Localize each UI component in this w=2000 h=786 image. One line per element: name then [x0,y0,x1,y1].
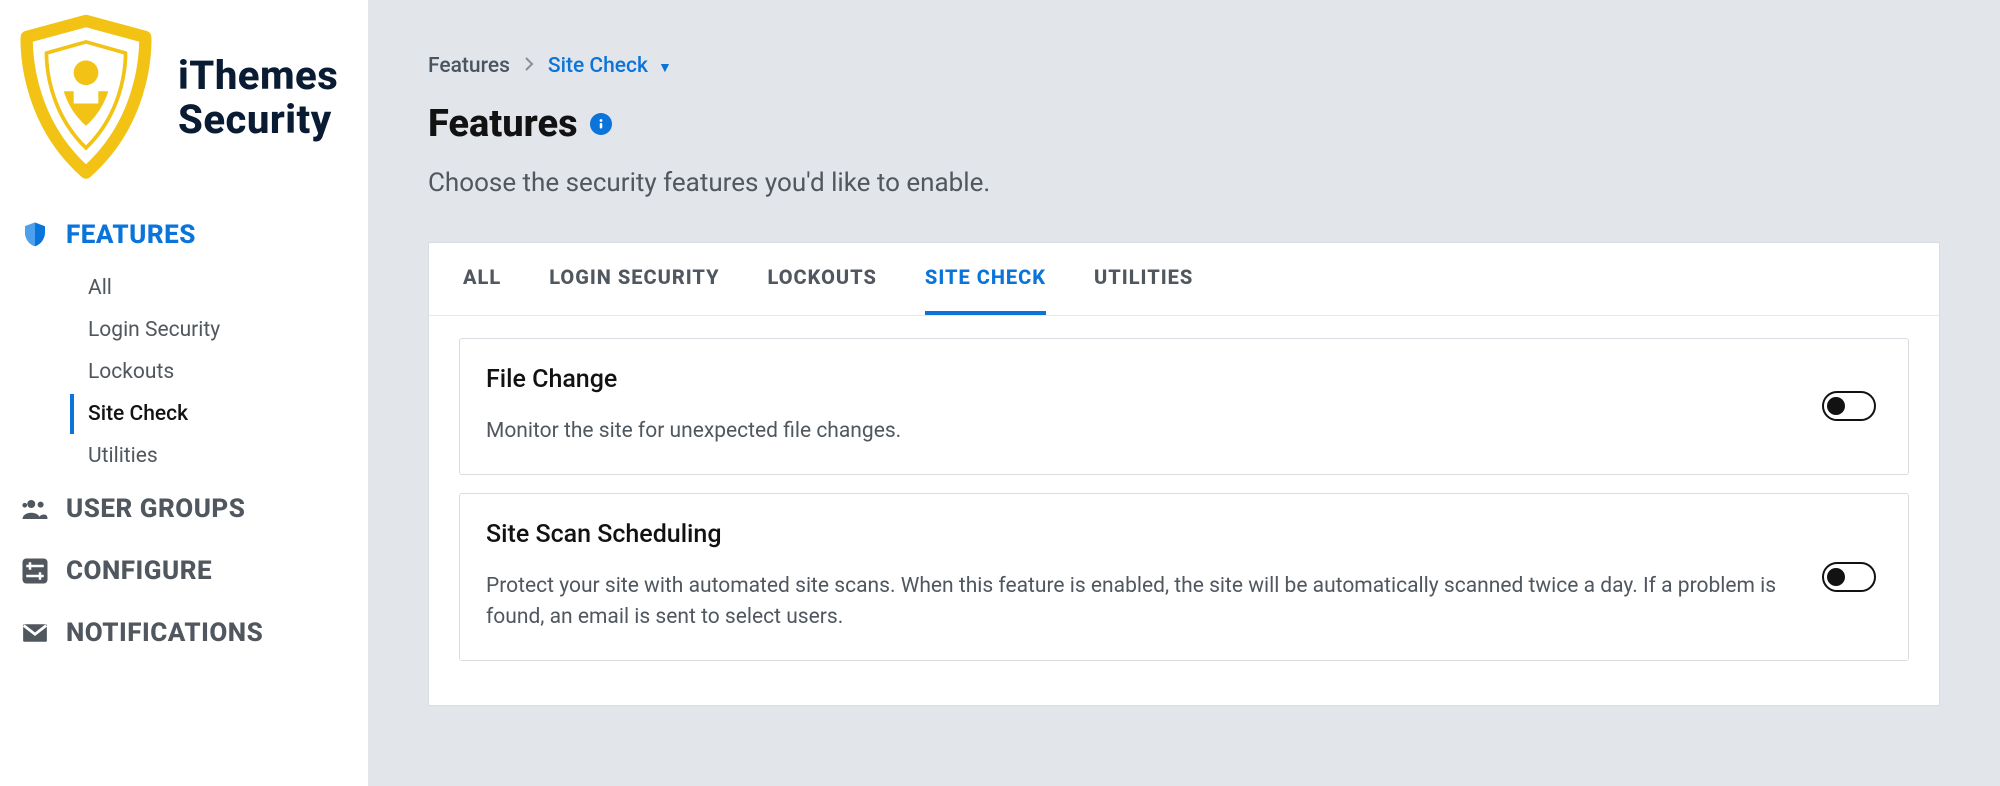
feature-title: File Change [486,365,1798,394]
sidebar-item-configure[interactable]: CONFIGURE [12,540,368,602]
breadcrumb-leaf-label: Site Check [548,54,648,78]
brand-name-line1: iThemes [178,54,338,98]
tab-all[interactable]: ALL [463,243,501,315]
sidebar-item-features[interactable]: FEATURES [12,204,368,266]
features-tab-panel: ALL LOGIN SECURITY LOCKOUTS SITE CHECK U… [428,242,1940,706]
breadcrumb: Features Site Check ▼ [428,0,1940,78]
feature-card-file-change: File Change Monitor the site for unexpec… [459,338,1909,475]
sidebar: iThemes Security FEATURES All Login Secu… [0,0,368,786]
tab-strip: ALL LOGIN SECURITY LOCKOUTS SITE CHECK U… [429,243,1939,316]
brand-logo-icon [12,14,160,182]
sidebar-item-label: NOTIFICATIONS [66,618,263,648]
chevron-right-icon [524,56,534,77]
sidebar-item-notifications[interactable]: NOTIFICATIONS [12,602,368,664]
sidebar-item-label: FEATURES [66,220,196,250]
brand-text: iThemes Security [178,54,338,142]
tab-site-check[interactable]: SITE CHECK [925,243,1046,315]
sidebar-sub-site-check[interactable]: Site Check [70,394,368,434]
page-title: Features [428,102,578,146]
toggle-knob [1827,397,1845,415]
sidebar-item-label: USER GROUPS [66,494,245,524]
info-icon[interactable] [590,113,612,135]
tab-lockouts[interactable]: LOCKOUTS [768,243,877,315]
triangle-down-icon: ▼ [658,59,672,76]
feature-description: Protect your site with automated site sc… [486,571,1798,634]
breadcrumb-root[interactable]: Features [428,54,510,78]
breadcrumb-leaf-dropdown[interactable]: Site Check ▼ [548,54,672,78]
tab-utilities[interactable]: UTILITIES [1094,243,1193,315]
sidebar-sub-nav-features: All Login Security Lockouts Site Check U… [12,268,368,476]
tab-login-security[interactable]: LOGIN SECURITY [549,243,719,315]
feature-title: Site Scan Scheduling [486,520,1798,549]
page-title-row: Features [428,78,1940,146]
feature-card-site-scan-scheduling: Site Scan Scheduling Protect your site w… [459,493,1909,661]
page-description: Choose the security features you'd like … [428,146,1940,198]
toggle-knob [1827,568,1845,586]
sidebar-sub-utilities[interactable]: Utilities [70,436,368,476]
feature-description: Monitor the site for unexpected file cha… [486,416,1798,448]
sidebar-item-label: CONFIGURE [66,556,212,586]
toggle-file-change[interactable] [1822,391,1876,421]
sidebar-sub-lockouts[interactable]: Lockouts [70,352,368,392]
brand-block: iThemes Security [12,8,368,204]
people-icon [18,492,52,526]
toggle-site-scan-scheduling[interactable] [1822,562,1876,592]
main-content: Features Site Check ▼ Features Choose th… [368,0,2000,786]
tab-body: File Change Monitor the site for unexpec… [429,316,1939,705]
sidebar-sub-all[interactable]: All [70,268,368,308]
sidebar-sub-login-security[interactable]: Login Security [70,310,368,350]
shield-check-icon [18,218,52,252]
mail-icon [18,616,52,650]
sliders-icon [18,554,52,588]
brand-name-line2: Security [178,98,338,142]
sidebar-item-user-groups[interactable]: USER GROUPS [12,478,368,540]
